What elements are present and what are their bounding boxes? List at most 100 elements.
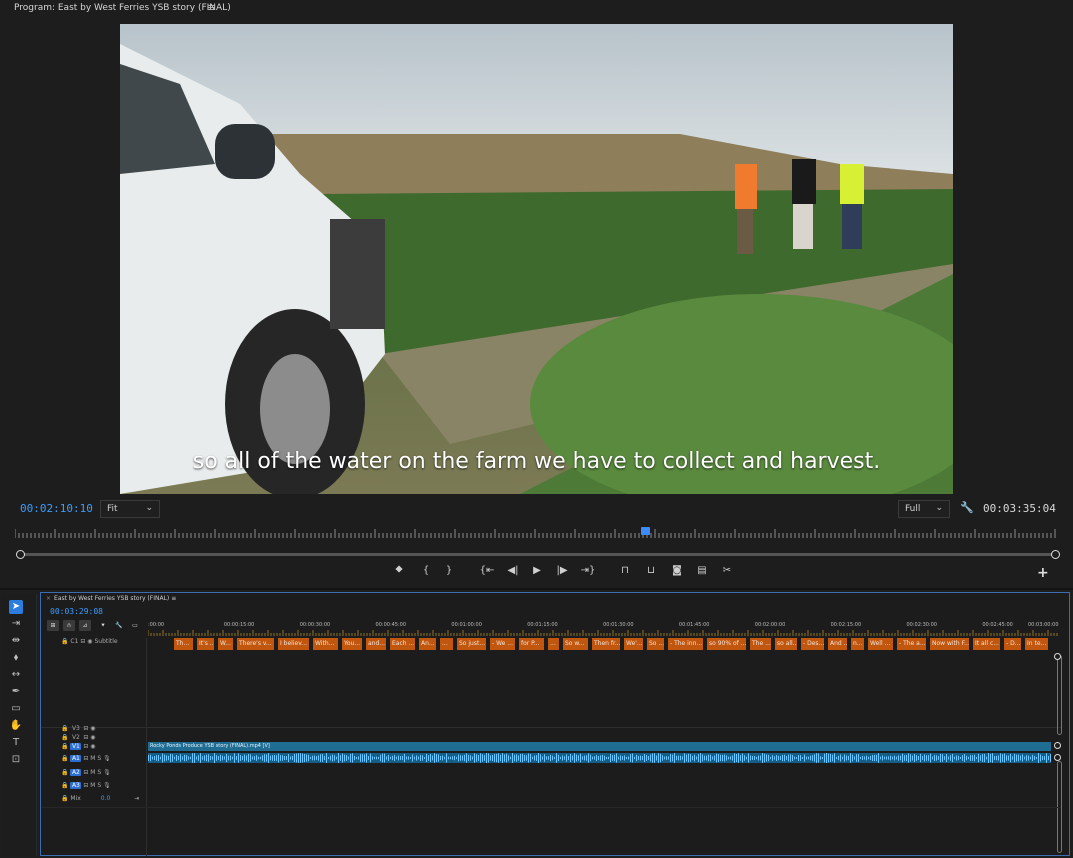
sync-icon[interactable]: ⊟ bbox=[83, 769, 88, 776]
extract-icon[interactable]: ⊔ bbox=[642, 565, 660, 576]
subtitle-clip[interactable]: and... bbox=[366, 638, 387, 650]
sync-icon[interactable]: ⊟ bbox=[80, 638, 85, 645]
play-icon[interactable]: ▶ bbox=[528, 565, 546, 576]
mute-icon[interactable]: M bbox=[90, 755, 95, 762]
sync-icon[interactable]: ⊟ bbox=[83, 743, 88, 750]
audio-clip[interactable] bbox=[148, 753, 1051, 763]
lock-icon[interactable]: 🔒 bbox=[61, 725, 68, 732]
mark-out-icon[interactable]: } bbox=[440, 565, 458, 576]
sync-icon[interactable]: ⊟ bbox=[83, 782, 88, 789]
track-name[interactable]: A2 bbox=[70, 769, 82, 776]
marker-icon[interactable]: ⯁ bbox=[390, 565, 408, 576]
type-tool-icon[interactable]: T bbox=[9, 736, 23, 750]
monitor-title[interactable]: Program: East by West Ferries YSB story … bbox=[14, 3, 231, 13]
track-select-tool-icon[interactable]: ⇥ bbox=[9, 617, 23, 631]
hamburger-icon[interactable]: ≡ bbox=[207, 1, 216, 14]
track-name[interactable]: A3 bbox=[70, 782, 82, 789]
video-scrollbar-handle[interactable] bbox=[1054, 653, 1061, 660]
go-to-out-icon[interactable]: ⇥} bbox=[579, 565, 597, 576]
mix-value[interactable]: 0.0 bbox=[101, 795, 111, 802]
subtitle-clip[interactable]: So just... bbox=[457, 638, 487, 650]
subtitle-clip[interactable]: - D... bbox=[1004, 638, 1022, 650]
wrench-icon[interactable]: 🔧 bbox=[960, 501, 974, 514]
lock-icon[interactable]: 🔒 bbox=[61, 769, 68, 776]
monitor-playhead[interactable] bbox=[641, 527, 651, 535]
sequence-timecode[interactable]: 00:03:29:08 bbox=[50, 607, 103, 616]
subtitle-clip[interactable]: It all c... bbox=[973, 638, 1001, 650]
snap-icon[interactable]: ∩ bbox=[63, 620, 75, 631]
video-scrollbar-handle[interactable] bbox=[1054, 742, 1061, 749]
sync-icon[interactable]: ⊟ bbox=[83, 734, 88, 741]
subtitle-clip[interactable]: With... bbox=[313, 638, 339, 650]
pen-tool-icon[interactable]: ✒ bbox=[9, 685, 23, 699]
mute-icon[interactable]: M bbox=[90, 782, 95, 789]
scrollbar-end-handle[interactable] bbox=[1051, 550, 1060, 559]
comparison-view-icon[interactable]: ▤ bbox=[693, 565, 711, 576]
subtitle-clip[interactable]: In te... bbox=[1025, 638, 1049, 650]
track-name[interactable]: A1 bbox=[70, 755, 82, 762]
close-icon[interactable]: × bbox=[46, 595, 51, 602]
mic-icon[interactable]: 🎙 bbox=[103, 769, 111, 776]
subtitle-clip[interactable]: - The a... bbox=[897, 638, 927, 650]
track-name[interactable]: V1 bbox=[70, 743, 82, 750]
mark-in-icon[interactable]: { bbox=[417, 565, 435, 576]
export-frame-icon[interactable]: ◙ bbox=[668, 565, 686, 576]
subtitle-clip[interactable]: The ... bbox=[750, 638, 772, 650]
subtitle-clip[interactable]: And ... bbox=[828, 638, 848, 650]
captions-icon[interactable]: ▭ bbox=[129, 620, 141, 631]
add-marker-icon[interactable]: ⯆ bbox=[97, 620, 109, 631]
lock-icon[interactable]: 🔒 bbox=[61, 795, 68, 802]
subtitle-clip[interactable]: so all... bbox=[775, 638, 798, 650]
eye-icon[interactable]: ◉ bbox=[87, 638, 92, 645]
ripple-edit-tool-icon[interactable]: ⇹ bbox=[9, 634, 23, 648]
subtitle-clip[interactable]: ... bbox=[440, 638, 454, 650]
hand-tool-icon[interactable]: ✋ bbox=[9, 719, 23, 733]
solo-icon[interactable]: S bbox=[97, 769, 101, 776]
mic-icon[interactable]: 🎙 bbox=[103, 782, 111, 789]
subtitle-clip[interactable]: W... bbox=[218, 638, 234, 650]
scrollbar-track[interactable] bbox=[22, 553, 1054, 556]
subtitle-clip[interactable]: - Des... bbox=[801, 638, 825, 650]
razor-tool-icon[interactable]: ⬧ bbox=[9, 651, 23, 665]
playhead-timecode[interactable]: 00:02:10:10 bbox=[20, 502, 93, 515]
selection-tool-icon[interactable]: ➤ bbox=[9, 600, 23, 614]
lock-icon[interactable]: 🔒 bbox=[61, 734, 68, 741]
subtitle-clip[interactable]: ... bbox=[548, 638, 560, 650]
nest-icon[interactable]: ⊞ bbox=[47, 620, 59, 631]
video-clip[interactable]: Rocky Ponds Produce YSB story (FINAL).mp… bbox=[148, 742, 1051, 751]
go-to-end-icon[interactable]: ⇥ bbox=[134, 795, 139, 802]
go-to-in-icon[interactable]: {⇤ bbox=[478, 565, 496, 576]
subtitle-clip[interactable]: Each ... bbox=[390, 638, 416, 650]
subtitle-clip[interactable]: You... bbox=[342, 638, 363, 650]
solo-icon[interactable]: S bbox=[97, 782, 101, 789]
subtitle-clip[interactable]: So ... bbox=[647, 638, 665, 650]
subtitle-clip[interactable]: Now with F... bbox=[930, 638, 970, 650]
subtitle-clip[interactable]: n... bbox=[851, 638, 865, 650]
sync-icon[interactable]: ⊟ bbox=[83, 755, 88, 762]
hamburger-icon[interactable]: ≡ bbox=[171, 595, 176, 602]
track-name[interactable]: V3 bbox=[70, 725, 81, 732]
lift-icon[interactable]: ⊓ bbox=[616, 565, 634, 576]
add-button[interactable]: + bbox=[1037, 565, 1049, 581]
subtitle-clip[interactable]: for P... bbox=[519, 638, 545, 650]
zoom-level-select[interactable]: Fit ⌄ bbox=[100, 500, 160, 518]
subtitle-clip[interactable]: It's ... bbox=[197, 638, 215, 650]
solo-icon[interactable]: S bbox=[97, 755, 101, 762]
subtitle-clip[interactable]: - We ... bbox=[490, 638, 516, 650]
resolution-select[interactable]: Full ⌄ bbox=[898, 500, 950, 518]
sequence-tab[interactable]: × East by West Ferries YSB story (FINAL) … bbox=[46, 595, 176, 602]
subtitle-clip[interactable]: We'... bbox=[624, 638, 644, 650]
monitor-time-ruler[interactable] bbox=[15, 529, 1057, 538]
lock-icon[interactable]: 🔒 bbox=[61, 638, 68, 645]
timeline-ruler[interactable]: :00:00 00:00:15:00 00:00:30:00 00:00:45:00 0… bbox=[148, 622, 1060, 636]
subtitle-clip[interactable]: I believ... bbox=[278, 638, 310, 650]
subtitle-clip[interactable]: so 90% of ... bbox=[707, 638, 747, 650]
subtitle-clip[interactable]: Well ... bbox=[868, 638, 894, 650]
caption-tool-icon[interactable]: ⊡ bbox=[9, 753, 23, 767]
lock-icon[interactable]: 🔒 bbox=[61, 755, 68, 762]
slip-tool-icon[interactable]: ↔ bbox=[9, 668, 23, 682]
eye-icon[interactable]: ◉ bbox=[90, 725, 95, 732]
step-back-icon[interactable]: ◀| bbox=[504, 565, 522, 576]
subtitle-clip[interactable]: - The inn... bbox=[668, 638, 704, 650]
lock-icon[interactable]: 🔒 bbox=[61, 782, 68, 789]
